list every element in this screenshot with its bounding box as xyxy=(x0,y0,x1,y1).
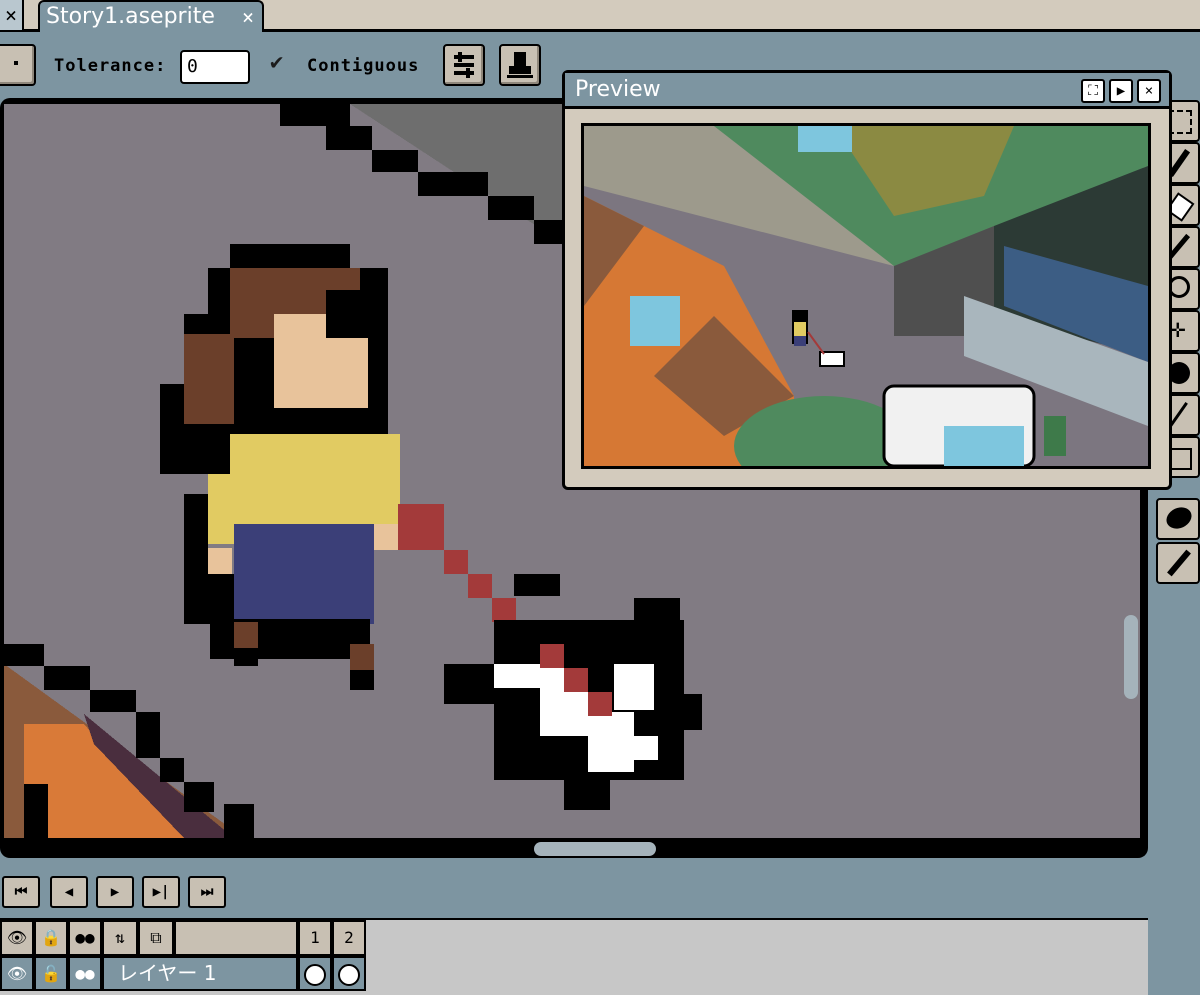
brush-size-button[interactable] xyxy=(0,44,36,86)
next-frame-button[interactable]: ▶| xyxy=(142,876,180,908)
timeline: 👁 🔒 ●● ⇅ ⧉ 1 2 👁 🔓 ●● レイヤー 1 xyxy=(0,918,1148,995)
vertical-scrollbar[interactable] xyxy=(1124,615,1138,699)
preview-titlebar[interactable]: Preview ⛶ ▶ × xyxy=(565,73,1169,109)
fit-screen-icon[interactable]: ⛶ xyxy=(1081,79,1105,103)
layer-blend-icon[interactable]: ⧉ xyxy=(138,920,174,956)
previous-frame-button[interactable]: ◀ xyxy=(50,876,88,908)
layer-name[interactable]: レイヤー 1 xyxy=(102,956,298,991)
tolerance-input[interactable]: 0 xyxy=(180,50,250,84)
tab-title: Story1.aseprite xyxy=(46,4,215,29)
last-frame-button[interactable]: ⏭ xyxy=(188,876,226,908)
tool-blur[interactable] xyxy=(1156,498,1200,540)
blur-icon xyxy=(1162,503,1196,533)
horizontal-scrollbar[interactable] xyxy=(534,842,656,856)
move-icon: ✛ xyxy=(1170,314,1186,344)
close-icon[interactable]: × xyxy=(1137,79,1161,103)
stamp-button[interactable] xyxy=(499,44,541,86)
cel-dot xyxy=(304,963,326,986)
lock-icon[interactable]: 🔒 xyxy=(34,920,68,956)
frame-header-1[interactable]: 1 xyxy=(298,920,332,956)
contiguous-label: Contiguous xyxy=(307,56,420,76)
close-icon[interactable]: × xyxy=(242,2,254,32)
ink-options-button[interactable] xyxy=(443,44,485,86)
preview-scene xyxy=(584,126,1148,466)
stamp-icon xyxy=(507,52,533,78)
first-frame-button[interactable]: ⏮ xyxy=(2,876,40,908)
layer-visibility-toggle[interactable]: 👁 xyxy=(0,956,34,991)
layer-lock-toggle[interactable]: 🔓 xyxy=(34,956,68,991)
preview-window[interactable]: Preview ⛶ ▶ × xyxy=(562,70,1172,490)
tolerance-label: Tolerance: xyxy=(54,56,167,76)
tab-bar: × Story1.aseprite × xyxy=(0,0,1200,32)
play-button[interactable]: ▶ xyxy=(96,876,134,908)
eye-icon[interactable]: 👁 xyxy=(0,920,34,956)
frame-header-2[interactable]: 2 xyxy=(332,920,366,956)
layer-continuous-toggle[interactable]: ●● xyxy=(68,956,102,991)
link-cels-icon[interactable]: ⇅ xyxy=(102,920,138,956)
sliders-icon xyxy=(454,52,474,78)
tab-story1[interactable]: Story1.aseprite × xyxy=(38,0,264,32)
onion-skin-icon[interactable]: ●● xyxy=(68,920,102,956)
close-tab-icon[interactable]: × xyxy=(0,0,24,30)
cel-dot xyxy=(338,963,360,986)
cel-frame-2[interactable] xyxy=(332,956,366,991)
play-icon[interactable]: ▶ xyxy=(1109,79,1133,103)
tool-spray[interactable] xyxy=(1156,542,1200,584)
spray-icon xyxy=(1167,549,1191,577)
preview-viewport xyxy=(581,123,1151,469)
preview-title: Preview xyxy=(575,77,661,102)
contiguous-checkbox[interactable]: ✔ xyxy=(270,50,300,80)
cel-frame-1[interactable] xyxy=(298,956,332,991)
timeline-header-spacer xyxy=(174,920,298,956)
